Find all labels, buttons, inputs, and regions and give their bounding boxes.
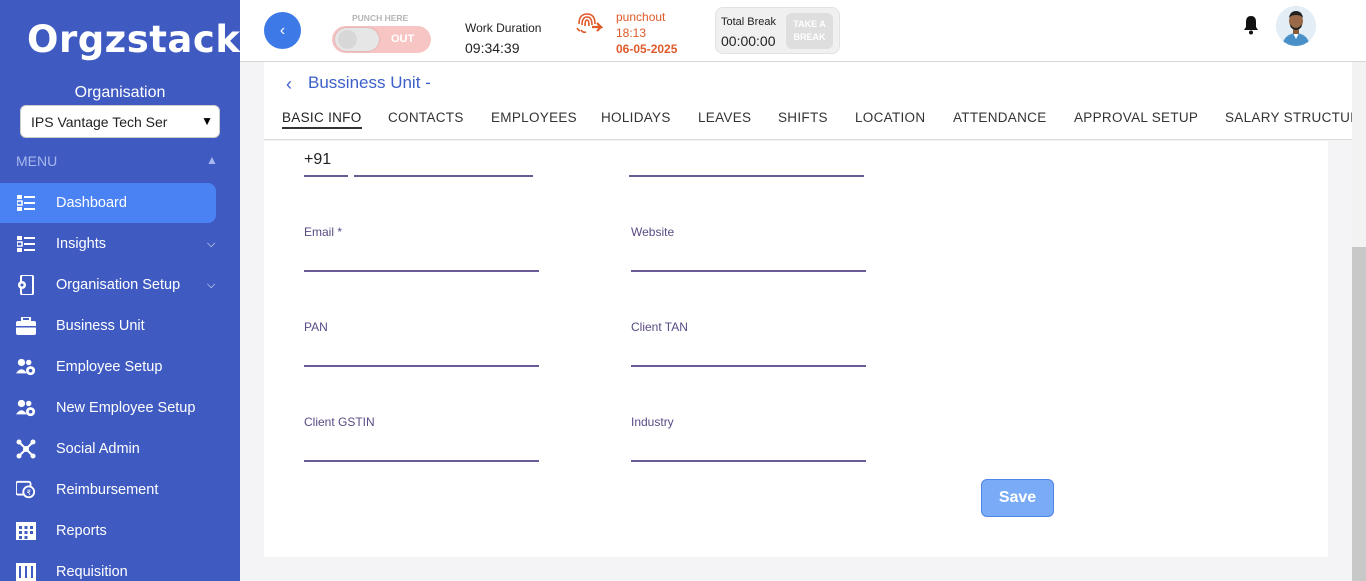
sidebar-item-label: Reports: [56, 523, 107, 539]
basic-info-form: [264, 141, 1328, 557]
chevron-left-icon: ‹: [279, 21, 286, 39]
organisation-label: Organisation: [74, 84, 166, 101]
take-a-break-button[interactable]: TAKE A BREAK: [786, 13, 833, 49]
phone-code-underline: [304, 175, 348, 177]
website-label: Website: [631, 225, 675, 239]
client-tan-label: Client TAN: [631, 320, 688, 334]
take-break-label-line2: BREAK: [793, 32, 826, 42]
sidebar-item-employee-setup[interactable]: Employee Setup: [0, 347, 216, 387]
sidebar-item-social-admin[interactable]: Social Admin: [0, 429, 216, 469]
work-duration-label: Work Duration: [465, 21, 542, 35]
page-title: Bussiness Unit -: [308, 73, 431, 92]
tab-attendance[interactable]: ATTENDANCE: [953, 110, 1047, 125]
save-button[interactable]: Save: [981, 479, 1054, 517]
back-chevron-icon[interactable]: ‹: [286, 74, 292, 95]
chevron-down-icon: ⌵: [207, 237, 216, 250]
client-tan-field[interactable]: [631, 365, 866, 367]
chevron-down-icon: ⌵: [207, 278, 216, 291]
alternate-phone-field[interactable]: [629, 175, 864, 177]
notification-bell-icon[interactable]: [1240, 14, 1262, 36]
tab-leaves[interactable]: LEAVES: [698, 110, 751, 125]
sidebar-item-label: Business Unit: [56, 318, 145, 334]
sidebar-item-label: Employee Setup: [56, 359, 163, 375]
dashboard-icon: [16, 193, 36, 213]
top-bar: ‹ PUNCH HERE OUT Work Duration 09:34:39 …: [240, 0, 1366, 62]
organisation-select-value: IPS Vantage Tech Ser: [31, 114, 168, 130]
sidebar-item-label: Social Admin: [56, 441, 140, 457]
tab-shifts[interactable]: SHIFTS: [778, 110, 828, 125]
phone-number-field[interactable]: [354, 175, 533, 177]
reimbursement-icon: ₹: [16, 480, 36, 500]
tab-employees[interactable]: EMPLOYEES: [491, 110, 577, 125]
organisation-setup-icon: [16, 275, 36, 295]
pan-label: PAN: [304, 320, 328, 334]
punch-toggle[interactable]: OUT: [332, 26, 431, 53]
client-gstin-field[interactable]: [304, 460, 539, 462]
employee-setup-icon: [16, 357, 36, 377]
tab-holidays[interactable]: HOLIDAYS: [601, 110, 671, 125]
total-break-panel: Total Break 00:00:00 TAKE A BREAK: [715, 7, 840, 54]
punchout-label: punchout: [616, 10, 666, 24]
tab-approval-setup[interactable]: APPROVAL SETUP: [1074, 110, 1198, 125]
industry-label: Industry: [631, 415, 674, 429]
sidebar: Orgzstack Organisation IPS Vantage Tech …: [0, 0, 240, 581]
user-avatar[interactable]: [1276, 6, 1316, 46]
sidebar-item-label: Requisition: [56, 564, 128, 580]
toggle-knob: [335, 28, 379, 51]
organisation-select[interactable]: IPS Vantage Tech Ser ▼: [20, 105, 220, 138]
punchout-time: 18:13: [616, 26, 647, 40]
svg-text:₹: ₹: [26, 488, 31, 497]
sidebar-item-reports[interactable]: Reports: [0, 511, 216, 551]
website-field[interactable]: [631, 270, 866, 272]
work-duration-value: 09:34:39: [465, 40, 520, 56]
punch-here-label: PUNCH HERE: [352, 13, 409, 23]
chevron-down-icon: ▼: [197, 114, 213, 128]
scrollbar-thumb[interactable]: [1352, 247, 1366, 581]
take-break-label-line1: TAKE A: [793, 19, 826, 29]
sidebar-item-label: Reimbursement: [56, 482, 159, 498]
sidebar-item-label: Dashboard: [56, 195, 127, 211]
email-label: Email *: [304, 225, 343, 239]
tab-bar: BASIC INFO CONTACTS EMPLOYEES HOLIDAYS L…: [264, 100, 1352, 140]
chevron-up-icon[interactable]: ▲: [206, 153, 218, 167]
social-admin-icon: [16, 439, 36, 459]
reports-icon: [16, 521, 36, 541]
orgzstack-logo: Orgzstack: [27, 18, 240, 61]
sidebar-item-new-employee-setup[interactable]: New Employee Setup: [0, 388, 216, 428]
total-break-value: 00:00:00: [721, 33, 776, 49]
tab-location[interactable]: LOCATION: [855, 110, 925, 125]
sidebar-item-organisation-setup[interactable]: Organisation Setup ⌵: [0, 265, 216, 305]
tab-salary-structure[interactable]: SALARY STRUCTURE: [1225, 110, 1352, 125]
toggle-state-label: OUT: [391, 33, 415, 45]
sidebar-item-requisition[interactable]: Requisition: [0, 552, 216, 581]
sidebar-item-business-unit[interactable]: Business Unit: [0, 306, 216, 346]
insights-icon: [16, 234, 36, 254]
sidebar-item-dashboard[interactable]: Dashboard: [0, 183, 216, 223]
email-field[interactable]: [304, 270, 539, 272]
sidebar-item-label: Insights: [56, 236, 106, 252]
industry-field[interactable]: [631, 460, 866, 462]
sidebar-item-insights[interactable]: Insights ⌵: [0, 224, 216, 264]
briefcase-icon: [16, 316, 36, 336]
collapse-sidebar-button[interactable]: ‹: [264, 12, 301, 49]
requisition-icon: [16, 562, 36, 581]
new-employee-setup-icon: [16, 398, 36, 418]
sidebar-item-label: Organisation Setup: [56, 277, 181, 293]
phone-country-code[interactable]: +91: [304, 151, 331, 169]
fingerprint-icon: [575, 10, 604, 36]
tab-basic-info[interactable]: BASIC INFO: [282, 110, 362, 129]
tab-contacts[interactable]: CONTACTS: [388, 110, 464, 125]
punchout-date: 06-05-2025: [616, 42, 678, 56]
sidebar-item-reimbursement[interactable]: ₹ Reimbursement: [0, 470, 216, 510]
client-gstin-label: Client GSTIN: [304, 415, 375, 429]
pan-field[interactable]: [304, 365, 539, 367]
sidebar-item-label: New Employee Setup: [56, 400, 196, 416]
total-break-label: Total Break: [721, 16, 777, 28]
menu-section-label: MENU: [16, 153, 58, 169]
